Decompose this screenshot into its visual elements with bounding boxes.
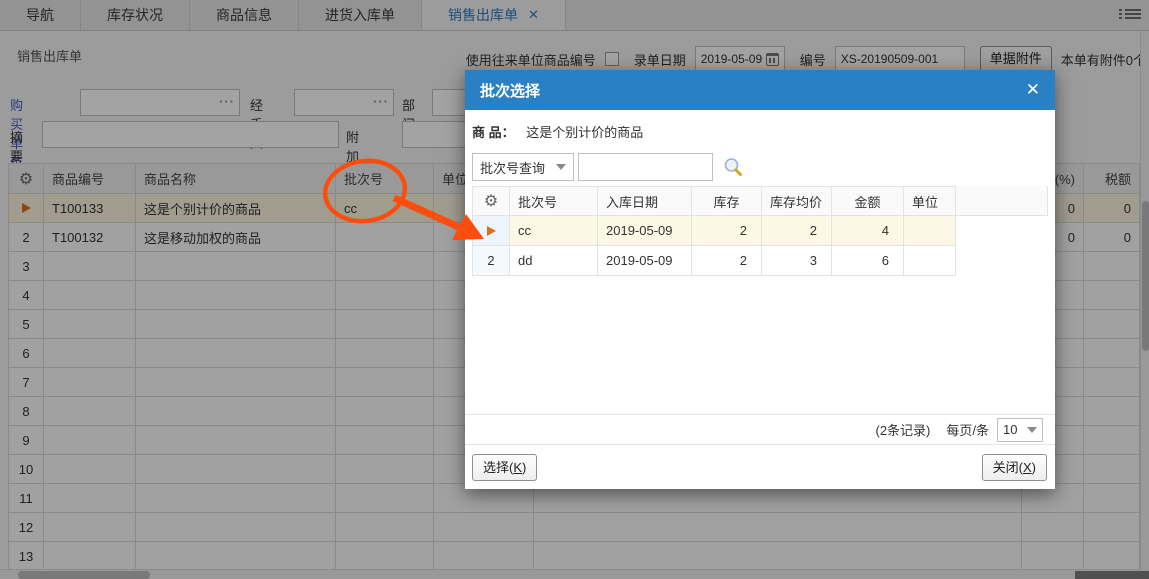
dialog-close-icon[interactable]: ✕	[1026, 80, 1040, 100]
col-avg-price: 库存均价	[762, 186, 832, 216]
search-type-value: 批次号查询	[480, 160, 546, 176]
close-button[interactable]: 关闭(X)	[981, 454, 1047, 481]
pagination-bar: (2条记录) 每页/条 10	[465, 414, 1055, 445]
col-batch-no: 批次号	[510, 186, 598, 216]
batch-selection-dialog: 批次选择 ✕ 商 品： 这是个别计价的商品 批次号查询 ⚙ 批次号 入库日期 库…	[465, 70, 1055, 489]
records-count: (2条记录)	[875, 423, 931, 438]
current-row-triangle-icon	[486, 225, 496, 236]
product-line: 商 品： 这是个别计价的商品	[472, 122, 643, 141]
product-value: 这是个别计价的商品	[526, 125, 644, 140]
per-page-select[interactable]: 10	[997, 417, 1043, 442]
per-page-value: 10	[1003, 422, 1018, 437]
search-icon[interactable]	[723, 157, 743, 177]
select-button[interactable]: 选择(K)	[472, 454, 538, 481]
col-inbound-date: 入库日期	[598, 186, 692, 216]
dialog-title: 批次选择	[480, 82, 541, 100]
gear-icon[interactable]: ⚙	[484, 193, 498, 209]
dialog-titlebar: 批次选择 ✕	[465, 70, 1055, 110]
search-type-select[interactable]: 批次号查询	[472, 153, 574, 181]
product-label: 商 品：	[472, 125, 515, 140]
col-stock: 库存	[692, 186, 762, 216]
dialog-footer: 选择(K) 关闭(X)	[465, 446, 1055, 489]
batch-search-bar: 批次号查询	[472, 153, 743, 181]
col-unit: 单位	[904, 186, 956, 216]
batch-search-input[interactable]	[578, 153, 713, 181]
chevron-down-icon	[1027, 426, 1037, 433]
batch-table-settings-cell[interactable]: ⚙	[472, 186, 510, 216]
per-page-label: 每页/条	[946, 423, 989, 438]
col-amount: 金额	[832, 186, 904, 216]
batch-table: ⚙ 批次号 入库日期 库存 库存均价 金额 单位 cc 2019-05-09 2…	[472, 186, 1048, 276]
batch-table-header: ⚙ 批次号 入库日期 库存 库存均价 金额 单位	[472, 186, 1048, 216]
batch-row[interactable]: cc 2019-05-09 2 2 4	[472, 216, 1048, 246]
app-window: 导航 库存状况 商品信息 进货入库单 销售出库单 ✕ 销售出库单 使用往来单位商…	[0, 0, 1149, 579]
col-filler	[956, 186, 1048, 216]
chevron-down-icon	[556, 164, 566, 170]
batch-row[interactable]: 2 dd 2019-05-09 2 3 6	[472, 246, 1048, 276]
